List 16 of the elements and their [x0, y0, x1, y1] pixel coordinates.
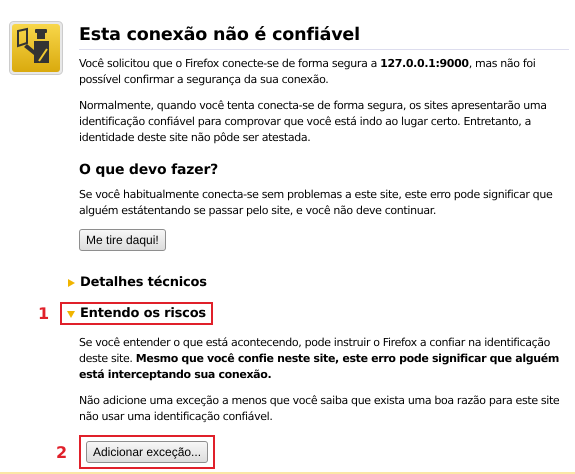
get-me-out-button[interactable]: Me tire daqui!	[79, 229, 166, 251]
paragraph: Não adicione uma exceção a menos que você saiba que exista uma boa razão para este site não usar uma identificação confiável.	[79, 393, 560, 425]
section-heading: O que devo fazer?	[79, 162, 220, 178]
expander-heading[interactable]: Detalhes técnicos	[80, 275, 207, 290]
officer-icon	[9, 21, 63, 75]
paragraph: Normalmente, quando você tenta conecta-se de forma segura, os sites apresentarão uma identificação confiável para comprovar que você está indo ao lugar certo. Entretanto, a identidade deste site não pôde ser atestada.	[79, 98, 548, 146]
expanded-triangle-icon[interactable]	[67, 310, 75, 318]
expander-heading[interactable]: Entendo os riscos	[80, 306, 206, 321]
add-exception-button[interactable]: Adicionar exceção...	[86, 441, 208, 463]
paragraph: Você solicitou que o Firefox conecte-se de forma segura a 127.0.0.1:9000, mas não foi possível confirmar a segurança da sua conexão.	[79, 56, 536, 88]
paragraph: Se você habitualmente conecta-se sem problemas a este site, este erro pode significar que alguém estátentando se passar pelo site, e você não deve continuar.	[79, 187, 554, 219]
page-title: Esta conexão não é confiável	[79, 21, 569, 50]
step-number: 2	[56, 442, 68, 462]
step-number: 1	[38, 304, 50, 323]
paragraph: Se você entender o que está acontecendo, pode instruir o Firefox a confiar na identificação deste site. Mesmo que você confie neste site, este erro pode significar que alguém está interceptando sua conexão.	[79, 335, 560, 383]
collapsed-triangle-icon[interactable]	[67, 278, 75, 286]
